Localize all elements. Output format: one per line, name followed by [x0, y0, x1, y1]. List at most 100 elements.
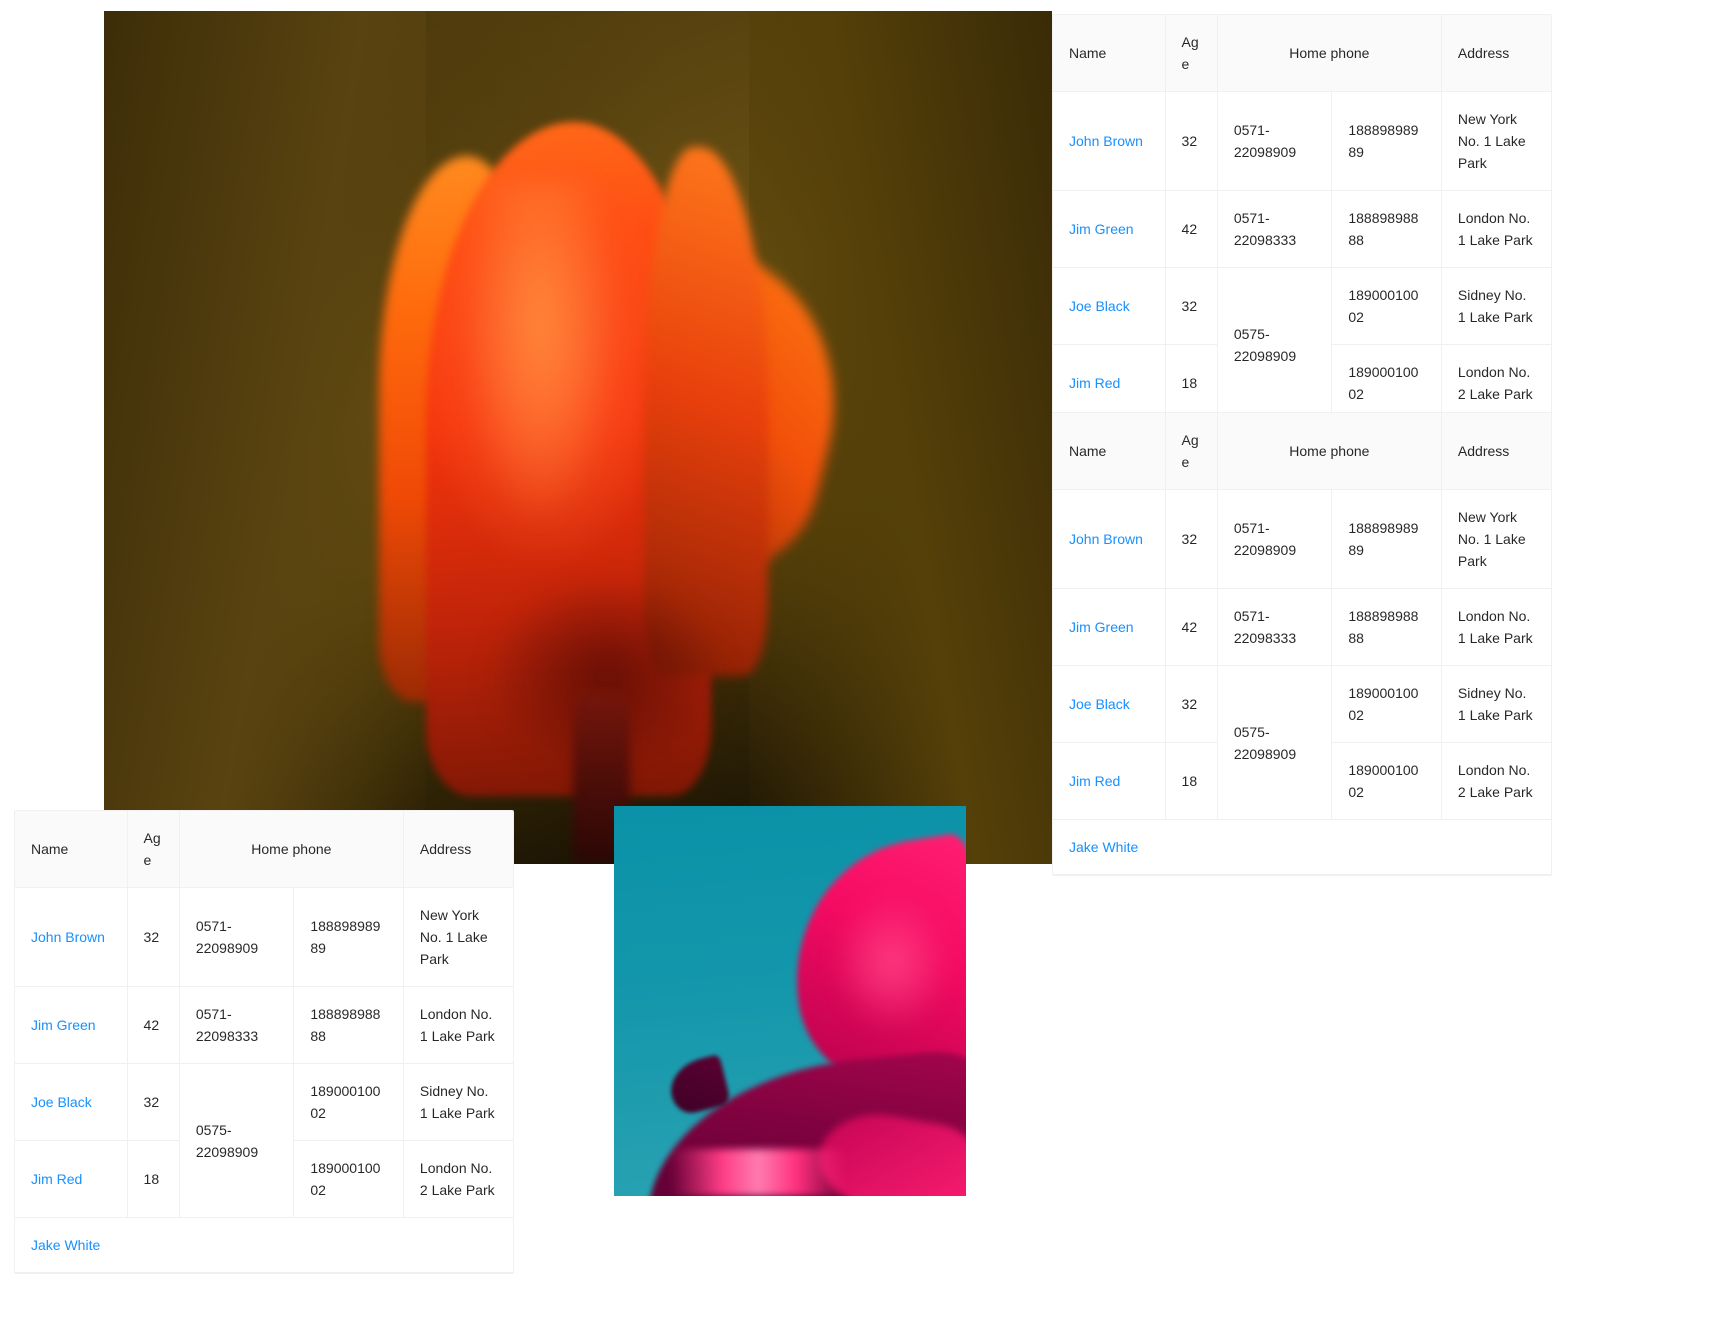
cell-phone-group: 0571-22098333	[179, 986, 295, 1064]
table-header-row: Name Age Home phone Address	[1053, 413, 1551, 490]
name-link[interactable]: John Brown	[1069, 133, 1143, 149]
cell-phone-group: 0571-22098909	[179, 887, 295, 987]
table-footer-row[interactable]: Jake White	[15, 1217, 513, 1273]
cell-name[interactable]: Jim Green	[1053, 588, 1166, 666]
cell-name[interactable]: Jim Red	[15, 1140, 128, 1218]
name-link[interactable]: Jim Red	[1069, 375, 1120, 391]
table-row[interactable]: John Brown 32 0571-22098909 18889898989 …	[1053, 91, 1551, 191]
cell-name[interactable]: Joe Black	[1053, 267, 1166, 345]
cell-phone-group: 0575-22098909	[1217, 267, 1333, 422]
column-header-address[interactable]: Address	[1441, 413, 1551, 490]
cell-phone-group: 0575-22098909	[1217, 665, 1333, 820]
cell-age: 42	[1165, 190, 1218, 268]
name-link[interactable]: John Brown	[1069, 531, 1143, 547]
cell-name[interactable]: John Brown	[15, 887, 128, 987]
people-table: Name Age Home phone Address John Brown 3…	[1053, 15, 1551, 477]
table-container: Name Age Home phone Address John Brown 3…	[1052, 14, 1552, 478]
cell-phone: 18889898989	[1331, 91, 1442, 191]
lotus-photo	[614, 806, 966, 1196]
column-header-age[interactable]: Age	[127, 811, 180, 888]
cell-name[interactable]: Jim Red	[1053, 742, 1166, 820]
table-row[interactable]: Jim Green 42 0571-22098333 18889898888 L…	[1053, 588, 1551, 666]
cell-address: New York No. 1 Lake Park	[1441, 489, 1551, 589]
name-link[interactable]: Jake White	[1069, 839, 1138, 855]
table-head: Name Age Home phone Address	[15, 811, 513, 888]
name-link[interactable]: Jake White	[31, 1237, 100, 1253]
name-link[interactable]: John Brown	[31, 929, 105, 945]
name-link[interactable]: Jim Red	[31, 1171, 82, 1187]
cell-age: 42	[127, 986, 180, 1064]
table-row[interactable]: Joe Black 32 0575-22098909 18900010002 S…	[1053, 665, 1551, 820]
column-header-age[interactable]: Age	[1165, 15, 1218, 92]
name-link[interactable]: Jim Green	[1069, 221, 1134, 237]
table-row[interactable]: Jim Green 42 0571-22098333 18889898888 L…	[15, 986, 513, 1064]
column-header-home-phone[interactable]: Home phone	[1217, 15, 1442, 92]
cell-address: Sidney No. 1 Lake Park	[403, 1063, 513, 1141]
cell-age: 42	[1165, 588, 1218, 666]
cell-address: New York No. 1 Lake Park	[1441, 91, 1551, 191]
table-row[interactable]: Joe Black 32 0575-22098909 18900010002 S…	[15, 1063, 513, 1218]
cell-phone: 18889898989	[1331, 489, 1442, 589]
column-header-name[interactable]: Name	[1053, 15, 1166, 92]
cell-address: New York No. 1 Lake Park	[403, 887, 513, 987]
lotus-petal-highlight	[832, 891, 952, 1033]
name-link[interactable]: Joe Black	[1069, 298, 1130, 314]
data-table-middle-right: Name Age Home phone Address John Brown 3…	[1052, 412, 1552, 876]
table-footer-row[interactable]: Jake White	[1053, 819, 1551, 875]
column-header-name[interactable]: Name	[15, 811, 128, 888]
name-link[interactable]: Jim Green	[31, 1017, 96, 1033]
cell-phone-group: 0571-22098333	[1217, 588, 1333, 666]
cell-footer-name[interactable]: Jake White	[1053, 819, 1551, 875]
cell-address: Sidney No. 1 Lake Park	[1441, 267, 1551, 345]
table-row[interactable]: John Brown 32 0571-22098909 18889898989 …	[1053, 489, 1551, 589]
page-root: Name Age Home phone Address John Brown 3…	[0, 0, 1729, 1327]
column-header-home-phone[interactable]: Home phone	[1217, 413, 1442, 490]
cell-phone-group: 0571-22098333	[1217, 190, 1333, 268]
cell-phone: 18900010002	[1331, 742, 1442, 820]
column-header-address[interactable]: Address	[1441, 15, 1551, 92]
cell-name[interactable]: Jim Red	[1053, 344, 1166, 422]
name-link[interactable]: Joe Black	[31, 1094, 92, 1110]
cell-phone-group: 0575-22098909	[179, 1063, 295, 1218]
name-link[interactable]: Jim Green	[1069, 619, 1134, 635]
cell-phone: 18889898888	[1331, 588, 1442, 666]
table-container: Name Age Home phone Address John Brown 3…	[14, 810, 514, 1274]
lotus-petal-sparkle	[670, 1149, 847, 1196]
cell-footer-name[interactable]: Jake White	[15, 1217, 513, 1273]
cell-address: London No. 1 Lake Park	[1441, 588, 1551, 666]
table-row[interactable]: John Brown 32 0571-22098909 18889898989 …	[15, 887, 513, 987]
cell-name[interactable]: Jim Green	[1053, 190, 1166, 268]
data-table-top-right: Name Age Home phone Address John Brown 3…	[1052, 14, 1552, 478]
cell-name[interactable]: John Brown	[1053, 489, 1166, 589]
cell-name[interactable]: Jim Green	[15, 986, 128, 1064]
cell-age: 18	[1165, 742, 1218, 820]
cell-age: 32	[127, 887, 180, 987]
cell-address: London No. 2 Lake Park	[403, 1140, 513, 1218]
cell-name[interactable]: John Brown	[1053, 91, 1166, 191]
column-header-home-phone[interactable]: Home phone	[179, 811, 404, 888]
table-body: John Brown 32 0571-22098909 18889898989 …	[1053, 489, 1551, 875]
cell-address: London No. 2 Lake Park	[1441, 344, 1551, 422]
cell-address: Sidney No. 1 Lake Park	[1441, 665, 1551, 743]
column-header-address[interactable]: Address	[403, 811, 513, 888]
cell-age: 32	[1165, 665, 1218, 743]
cell-phone: 18889898888	[1331, 190, 1442, 268]
tulip-photo	[104, 11, 1052, 864]
cell-age: 32	[1165, 91, 1218, 191]
table-row[interactable]: Jim Green 42 0571-22098333 18889898888 L…	[1053, 190, 1551, 268]
column-header-name[interactable]: Name	[1053, 413, 1166, 490]
cell-phone: 18900010002	[1331, 665, 1442, 743]
tulip-background-glow-left	[104, 11, 427, 864]
name-link[interactable]: Joe Black	[1069, 696, 1130, 712]
cell-name[interactable]: Joe Black	[1053, 665, 1166, 743]
cell-name[interactable]: Joe Black	[15, 1063, 128, 1141]
cell-age: 18	[1165, 344, 1218, 422]
cell-address: London No. 1 Lake Park	[403, 986, 513, 1064]
cell-address: London No. 2 Lake Park	[1441, 742, 1551, 820]
column-header-age[interactable]: Age	[1165, 413, 1218, 490]
cell-phone: 18889898989	[293, 887, 404, 987]
table-head: Name Age Home phone Address	[1053, 15, 1551, 92]
table-head: Name Age Home phone Address	[1053, 413, 1551, 490]
table-row[interactable]: Joe Black 32 0575-22098909 18900010002 S…	[1053, 267, 1551, 422]
name-link[interactable]: Jim Red	[1069, 773, 1120, 789]
